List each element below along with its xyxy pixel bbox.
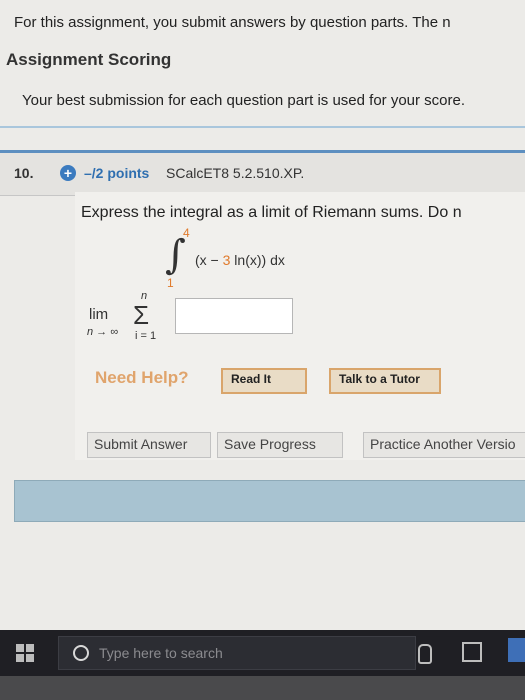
expand-plus-icon[interactable]: + <box>60 165 76 181</box>
question-number: 10. <box>14 165 34 181</box>
question-prompt: Express the integral as a limit of Riema… <box>81 204 462 221</box>
sigma-icon: Σ <box>133 300 150 330</box>
integrand: (x − 3 ln(x)) dx <box>195 252 285 268</box>
taskbar-search-placeholder: Type here to search <box>99 645 223 661</box>
section-divider <box>0 126 525 128</box>
sum-lower-index: i = 1 <box>135 330 157 342</box>
scoring-heading: Assignment Scoring <box>6 50 172 69</box>
question-body: Express the integral as a limit of Riema… <box>75 192 525 460</box>
windows-start-icon[interactable] <box>16 644 34 662</box>
read-it-button[interactable]: Read It <box>221 368 307 394</box>
question-code: SCalcET8 5.2.510.XP. <box>166 165 305 181</box>
question-points: –/2 points <box>84 165 150 181</box>
answer-input[interactable] <box>175 298 293 334</box>
cortana-circle-icon <box>73 645 89 661</box>
task-view-icon[interactable] <box>462 642 482 662</box>
integral-lower-limit: 1 <box>167 276 174 290</box>
integral-upper-limit: 4 <box>183 226 190 240</box>
limit-subscript: n → ∞ <box>87 326 119 338</box>
integrand-suffix: ln(x)) dx <box>230 252 285 268</box>
question-header: 10. + –/2 points SCalcET8 5.2.510.XP. <box>0 150 525 196</box>
integrand-prefix: (x − <box>195 252 223 268</box>
taskbar-search-box[interactable]: Type here to search <box>58 636 416 670</box>
practice-another-version-button[interactable]: Practice Another Versio <box>363 432 525 458</box>
intro-text: For this assignment, you submit answers … <box>14 14 451 31</box>
limit-label: lim <box>89 306 109 323</box>
pinned-app-icon[interactable] <box>508 638 525 662</box>
scoring-text: Your best submission for each question p… <box>22 92 466 109</box>
save-progress-button[interactable]: Save Progress <box>217 432 343 458</box>
info-bar <box>14 480 525 522</box>
assignment-page: For this assignment, you submit answers … <box>0 0 525 630</box>
microphone-icon[interactable] <box>418 644 432 664</box>
monitor-bezel <box>0 676 525 700</box>
need-help-label: Need Help? <box>95 368 189 387</box>
talk-to-tutor-button[interactable]: Talk to a Tutor <box>329 368 441 394</box>
submit-answer-button[interactable]: Submit Answer <box>87 432 211 458</box>
